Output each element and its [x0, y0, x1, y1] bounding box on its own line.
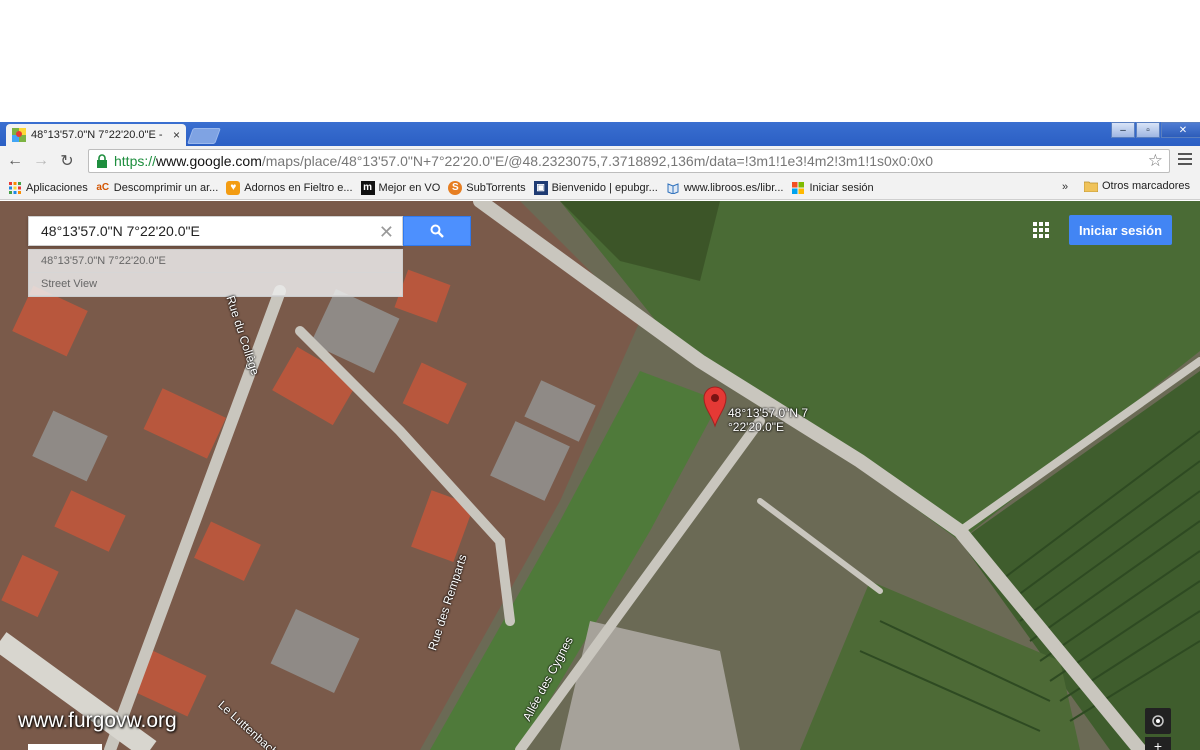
forward-button[interactable]: → — [30, 150, 52, 172]
url-scheme: https:// — [114, 153, 157, 169]
maps-favicon-icon — [12, 128, 26, 142]
compass-icon[interactable] — [1145, 708, 1171, 734]
epub-icon: ▣ — [533, 180, 548, 195]
bookmark-label: SubTorrents — [466, 181, 526, 194]
windows-icon — [791, 181, 805, 195]
window-controls: – ▫ ✕ — [1110, 122, 1200, 140]
bookmark-subtorrents[interactable]: S SubTorrents — [448, 180, 526, 195]
folder-icon — [1084, 181, 1098, 192]
bookmark-label: Bienvenido | epubgr... — [551, 181, 658, 194]
sign-in-button[interactable]: Iniciar sesión — [1069, 215, 1172, 245]
watermark: www.furgovw.org — [18, 709, 177, 732]
clear-search-icon[interactable]: ✕ — [379, 222, 394, 243]
search-suggestions: 48°13'57.0"N 7°22'20.0"E Street View — [28, 249, 403, 297]
browser-titlebar: 48°13'57.0"N 7°22'20.0"E - × – ▫ ✕ — [0, 122, 1200, 146]
bookmark-adornos[interactable]: ♥ Adornos en Fieltro e... — [226, 180, 353, 195]
restore-button[interactable]: ▫ — [1136, 122, 1160, 138]
minimize-button[interactable]: – — [1111, 122, 1135, 138]
bookmark-aplicaciones[interactable]: Aplicaciones — [8, 181, 88, 195]
map-search-input[interactable]: 48°13'57.0"N 7°22'20.0"E ✕ — [28, 216, 403, 246]
close-window-button[interactable]: ✕ — [1161, 122, 1200, 138]
earth-view-thumbnail[interactable] — [28, 744, 102, 750]
bookmark-label: Mejor en VO — [378, 181, 441, 194]
tab-close-icon[interactable]: × — [173, 128, 180, 142]
address-bar[interactable]: https:// www.google.com /maps/place/48°1… — [88, 149, 1170, 173]
browser-toolbar: ← → ↻ https:// www.google.com /maps/plac… — [0, 146, 1200, 176]
url-path: /maps/place/48°13'57.0"N+7°22'20.0"E/@48… — [261, 153, 934, 169]
other-bookmarks-label: Otros marcadores — [1102, 180, 1191, 192]
bookmarks-bar: Aplicaciones aC Descomprimir un ar... ♥ … — [0, 176, 1200, 200]
browser-tab[interactable]: 48°13'57.0"N 7°22'20.0"E - × — [6, 124, 186, 146]
search-icon — [430, 224, 444, 238]
bookmarks-overflow-button[interactable]: » — [1062, 181, 1068, 193]
bookmark-descomprimir[interactable]: aC Descomprimir un ar... — [96, 181, 219, 195]
new-tab-button[interactable] — [187, 128, 221, 144]
fieltro-icon: ♥ — [226, 180, 241, 195]
bookmark-label: Iniciar sesión — [809, 181, 874, 194]
map-search-button[interactable] — [403, 216, 471, 246]
google-apps-icon[interactable] — [1033, 222, 1049, 238]
bookmark-libroos[interactable]: www.libroos.es/libr... — [666, 181, 784, 195]
map-search-value: 48°13'57.0"N 7°22'20.0"E — [41, 223, 200, 239]
bookmark-iniciar-sesion[interactable]: Iniciar sesión — [791, 181, 874, 195]
marker-label: 48°13'57.0"N 7 °22'20.0"E — [728, 406, 809, 434]
bookmark-label: Descomprimir un ar... — [113, 181, 219, 194]
screenshot: 48°13'57.0"N 7°22'20.0"E - × – ▫ ✕ ← → ↻… — [0, 0, 1200, 750]
suggestion-coordinates[interactable]: 48°13'57.0"N 7°22'20.0"E — [29, 250, 402, 273]
satellite-map[interactable]: 48°13'57.0"N 7°22'20.0"E ✕ 48°13'57.0"N … — [0, 201, 1200, 750]
bookmark-label: Adornos en Fieltro e... — [244, 181, 353, 194]
apps-icon — [8, 181, 22, 195]
bookmark-epubgratis[interactable]: ▣ Bienvenido | epubgr... — [533, 180, 658, 195]
ac-icon: aC — [96, 182, 110, 193]
m-icon: m — [360, 180, 375, 195]
zoom-in-button[interactable]: + — [1145, 737, 1171, 750]
bookmark-star-icon[interactable]: ☆ — [1148, 151, 1163, 171]
lock-icon — [94, 153, 110, 169]
libroos-icon — [666, 181, 680, 195]
bookmark-mejor-en-vo[interactable]: m Mejor en VO — [360, 180, 441, 195]
url-host: www.google.com — [156, 153, 262, 169]
subtorrents-icon: S — [448, 180, 463, 195]
bookmark-label: www.libroos.es/libr... — [683, 181, 784, 194]
back-button[interactable]: ← — [4, 150, 26, 172]
other-bookmarks-folder[interactable]: Otros marcadores — [1084, 180, 1190, 192]
bookmark-label: Aplicaciones — [26, 181, 88, 194]
tab-title: 48°13'57.0"N 7°22'20.0"E - — [31, 129, 163, 141]
suggestion-street-view[interactable]: Street View — [29, 273, 402, 296]
chrome-menu-icon[interactable] — [1178, 153, 1192, 167]
reload-button[interactable]: ↻ — [56, 150, 78, 172]
